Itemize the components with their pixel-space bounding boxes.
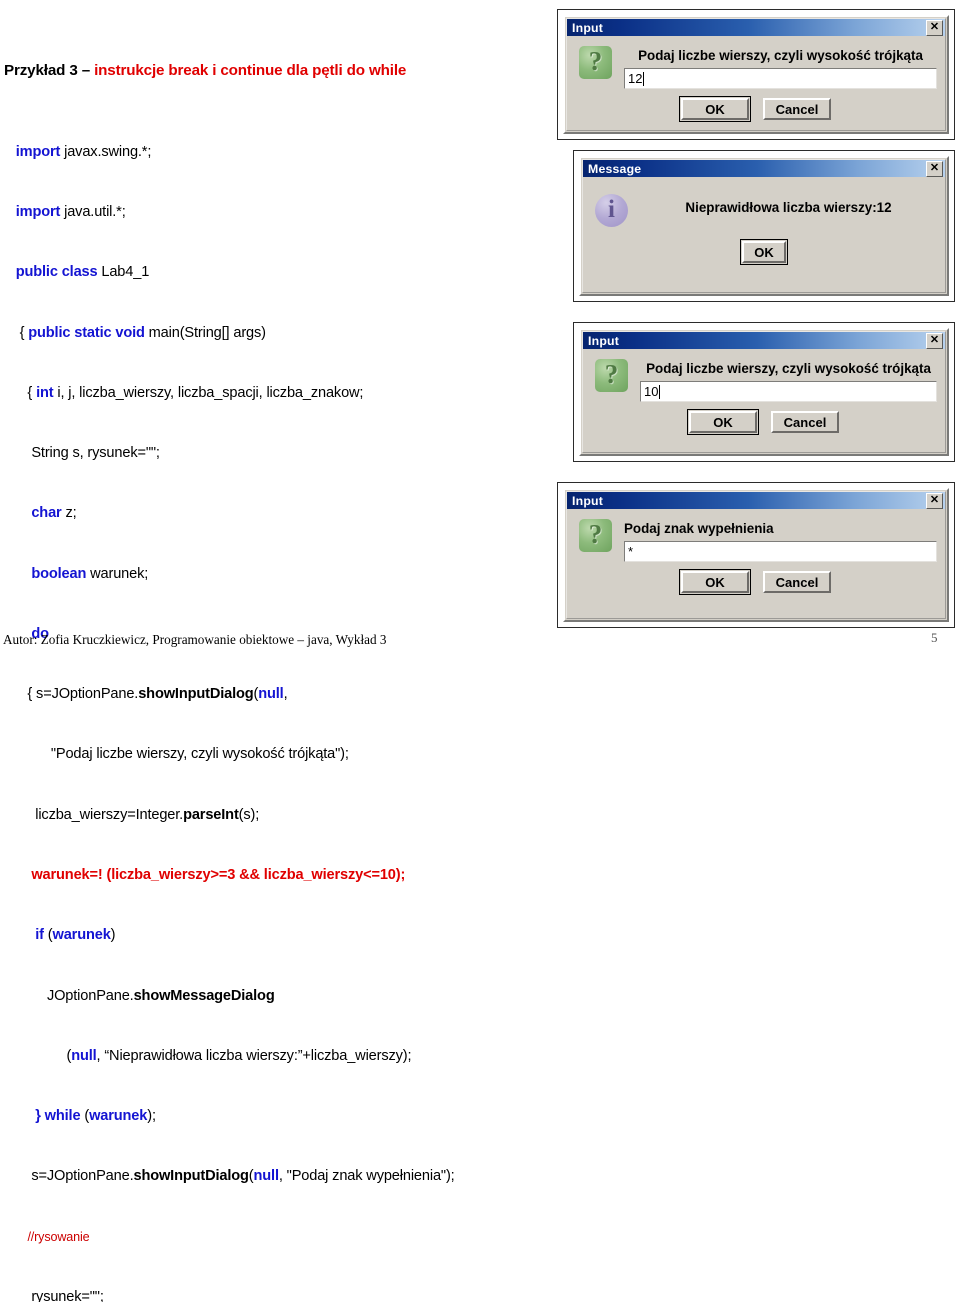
dialog-titlebar[interactable]: Input ✕ xyxy=(567,492,945,509)
question-icon: ? xyxy=(579,519,612,552)
dialog-message-nieprawidlowa: Message ✕ i Nieprawidłowa liczba wierszy… xyxy=(579,156,949,296)
dialog-titlebar[interactable]: Input ✕ xyxy=(567,19,945,36)
code-line-prompt-wiersze: "Podaj liczbe wierszy, czyli wysokość tr… xyxy=(4,746,349,763)
code-line-showinputdialog-1: { s=JOptionPane.showInputDialog(null, xyxy=(4,686,288,703)
screenshot-frame-input-znak: Input ✕ ? Podaj znak wypełnienia * OK Ca… xyxy=(557,482,955,628)
close-icon[interactable]: ✕ xyxy=(926,19,943,36)
dialog-prompt-label: Podaj liczbe wierszy, czyli wysokość tró… xyxy=(646,361,931,376)
code-line-warunek-assign: warunek=! (liczba_wierszy>=3 && liczba_w… xyxy=(31,867,406,884)
dialog-input-wiersze-10: Input ✕ ? Podaj liczbe wierszy, czyli wy… xyxy=(579,328,949,456)
text-caret xyxy=(659,384,661,399)
dialog-title-text: Input xyxy=(572,493,604,508)
dialog-prompt-label: Podaj znak wypełnienia xyxy=(624,521,774,536)
dialog-message-column: Podaj liczbe wierszy, czyli wysokość tró… xyxy=(614,43,937,89)
dialog-message-column: Podaj liczbe wierszy, czyli wysokość tró… xyxy=(630,356,937,402)
dialog-body: i Nieprawidłowa liczba wierszy:12 OK xyxy=(583,177,945,292)
code-line-boolean-decl: boolean warunek; xyxy=(31,565,149,582)
dialog-text-input[interactable]: 10 xyxy=(640,381,937,402)
code-line-class-decl: public class Lab4_1 xyxy=(15,264,150,281)
dialog-button-row: OK Cancel xyxy=(575,96,937,122)
code-line-import-swing: import javax.swing.*; xyxy=(15,143,152,160)
dialog-titlebar[interactable]: Message ✕ xyxy=(583,160,945,177)
dialog-content-row: ? Podaj liczbe wierszy, czyli wysokość t… xyxy=(591,356,937,402)
dialog-button-row: OK Cancel xyxy=(575,569,937,595)
screenshot-frame-message-nieprawidlowa: Message ✕ i Nieprawidłowa liczba wierszy… xyxy=(573,150,955,302)
dialog-text-input[interactable]: * xyxy=(624,541,937,562)
dialog-content-row: ? Podaj znak wypełnienia * xyxy=(575,516,937,562)
cancel-button[interactable]: Cancel xyxy=(771,411,839,433)
screenshot-frame-input-wiersze-12: Input ✕ ? Podaj liczbe wierszy, czyli wy… xyxy=(557,9,955,140)
dialog-input-value: 12 xyxy=(628,71,643,86)
text-caret xyxy=(643,71,645,86)
ok-button[interactable]: OK xyxy=(679,569,751,595)
cancel-button[interactable]: Cancel xyxy=(763,571,831,593)
cancel-button[interactable]: Cancel xyxy=(763,98,831,120)
code-line-int-decl: { int i, j, liczba_wierszy, liczba_spacj… xyxy=(4,384,364,401)
code-line-main-decl: { public static void main(String[] args) xyxy=(4,324,266,341)
code-line-comment-rysowanie: //rysowanie xyxy=(4,1229,90,1244)
dialog-prompt-label: Podaj liczbe wierszy, czyli wysokość tró… xyxy=(638,48,923,63)
dialog-title-text: Input xyxy=(588,333,620,348)
dialog-titlebar[interactable]: Input ✕ xyxy=(583,332,945,349)
dialog-body: ? Podaj liczbe wierszy, czyli wysokość t… xyxy=(583,349,945,452)
dialog-body: ? Podaj liczbe wierszy, czyli wysokość t… xyxy=(567,36,945,130)
slide-title-main: instrukcje break i continue dla pętli do… xyxy=(94,62,407,80)
slide-canvas: Przykład 3 – instrukcje break i continue… xyxy=(0,0,960,1302)
code-line-showinputdialog-2: s=JOptionPane.showInputDialog(null, "Pod… xyxy=(4,1168,455,1185)
code-line-string-decl: String s, rysunek=""; xyxy=(4,445,160,462)
dialog-message-label: Nieprawidłowa liczba wierszy:12 xyxy=(685,200,892,215)
ok-button[interactable]: OK xyxy=(687,409,759,435)
close-icon[interactable]: ✕ xyxy=(926,160,943,177)
dialog-button-row: OK xyxy=(591,239,937,265)
dialog-title-text: Message xyxy=(588,161,642,176)
code-line-parseint: liczba_wierszy=Integer.parseInt(s); xyxy=(4,806,260,823)
slide-footer: Autor: Zofia Kruczkiewicz, Programowanie… xyxy=(3,632,387,647)
ok-button[interactable]: OK xyxy=(740,239,788,265)
code-line-import-util: import java.util.*; xyxy=(15,203,126,220)
code-line-char-decl: char z; xyxy=(31,505,77,522)
dialog-content-row: i Nieprawidłowa liczba wierszy:12 xyxy=(591,191,937,227)
dialog-inner: Input ✕ ? Podaj liczbe wierszy, czyli wy… xyxy=(582,331,946,453)
code-line-message-args: (null, “Nieprawidłowa liczba wierszy:”+l… xyxy=(4,1047,412,1064)
screenshot-frame-input-wiersze-10: Input ✕ ? Podaj liczbe wierszy, czyli wy… xyxy=(573,322,955,462)
dialog-button-row: OK Cancel xyxy=(591,409,937,435)
slide-title-prefix: Przykład 3 – xyxy=(4,62,95,80)
dialog-input-wiersze-12: Input ✕ ? Podaj liczbe wierszy, czyli wy… xyxy=(563,15,949,134)
code-line-showmessagedialog-1: JOptionPane.showMessageDialog xyxy=(4,987,275,1004)
dialog-title-text: Input xyxy=(572,20,604,35)
question-icon: ? xyxy=(595,359,628,392)
dialog-message-column: Podaj znak wypełnienia * xyxy=(614,516,937,562)
dialog-text-input[interactable]: 12 xyxy=(624,68,937,89)
code-line-while-warunek: } while (warunek); xyxy=(35,1108,156,1125)
dialog-message-column: Nieprawidłowa liczba wierszy:12 xyxy=(630,191,937,220)
info-icon: i xyxy=(595,194,628,227)
ok-button[interactable]: OK xyxy=(679,96,751,122)
dialog-content-row: ? Podaj liczbe wierszy, czyli wysokość t… xyxy=(575,43,937,89)
dialog-inner: Input ✕ ? Podaj znak wypełnienia * OK Ca… xyxy=(566,491,946,619)
code-listing: Przykład 3 – instrukcje break i continue… xyxy=(4,1,584,1302)
page-number: 5 xyxy=(931,630,938,645)
dialog-input-value: * xyxy=(628,544,634,559)
dialog-input-value: 10 xyxy=(644,384,659,399)
code-line-rysunek-init: rysunek=""; xyxy=(4,1289,104,1302)
close-icon[interactable]: ✕ xyxy=(926,332,943,349)
close-icon[interactable]: ✕ xyxy=(926,492,943,509)
dialog-input-znak: Input ✕ ? Podaj znak wypełnienia * OK Ca… xyxy=(563,488,949,622)
dialog-inner: Message ✕ i Nieprawidłowa liczba wierszy… xyxy=(582,159,946,293)
question-icon: ? xyxy=(579,46,612,79)
dialog-body: ? Podaj znak wypełnienia * OK Cancel xyxy=(567,509,945,618)
code-line-if-warunek: if (warunek) xyxy=(35,927,116,944)
dialog-inner: Input ✕ ? Podaj liczbe wierszy, czyli wy… xyxy=(566,18,946,131)
slide-title: Przykład 3 – instrukcje break i continue… xyxy=(4,61,584,81)
